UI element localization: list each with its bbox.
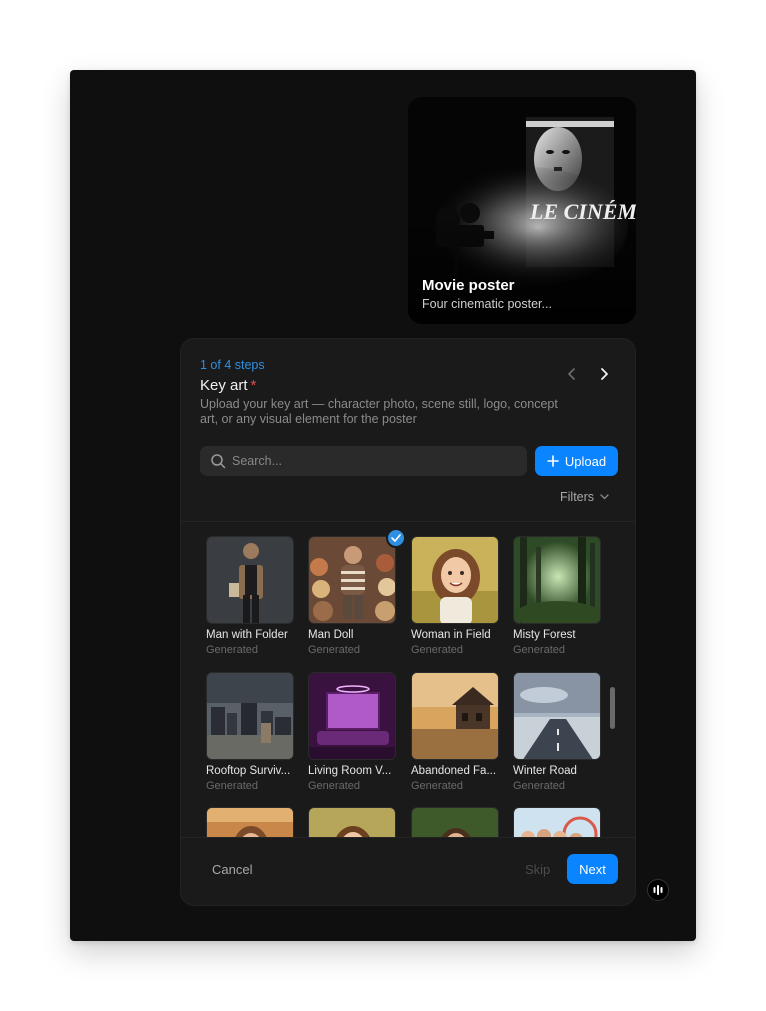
chevron-down-icon	[600, 494, 609, 500]
step-indicator: 1 of 4 steps	[200, 358, 265, 372]
thumbnail	[206, 807, 294, 837]
thumbnail	[206, 536, 294, 624]
media-tile-woman-in-field[interactable]: Woman in Field Generated	[411, 536, 501, 656]
chevron-left-icon	[568, 368, 575, 380]
filters-label: Filters	[560, 490, 595, 504]
tile-name: Living Room V...	[308, 765, 392, 777]
app-window: LE CINÉMA Movie poster Four cinematic po…	[70, 70, 696, 941]
media-tile-winter-road[interactable]: Winter Road Generated	[513, 672, 603, 792]
tile-source: Generated	[206, 780, 258, 792]
media-tile-man-doll[interactable]: Man Doll Generated	[308, 528, 406, 656]
media-grid: Man with Folder Generated Man Doll Gener…	[181, 523, 635, 837]
thumbnail	[411, 807, 499, 837]
thumbnail	[308, 672, 396, 760]
thumbnail	[513, 672, 601, 760]
plus-icon	[547, 455, 559, 467]
thumbnail	[513, 807, 601, 837]
tile-name: Abandoned Fa...	[411, 765, 497, 777]
check-icon	[391, 534, 401, 542]
upload-label: Upload	[564, 453, 607, 469]
dialog-footer: Cancel Skip Next	[181, 835, 635, 905]
required-mark: *	[250, 377, 257, 394]
grid-scrollbar[interactable]	[610, 687, 615, 729]
selected-check-badge	[386, 528, 406, 548]
search-field[interactable]	[200, 446, 527, 476]
thumbnail	[513, 536, 601, 624]
thumbnail	[411, 536, 499, 624]
dialog-title: Key art *	[200, 377, 256, 394]
tile-source: Generated	[411, 644, 463, 656]
thumbnail	[308, 536, 396, 624]
thumbnail	[411, 672, 499, 760]
tile-name: Misty Forest	[513, 629, 576, 641]
next-step-arrow-button[interactable]	[593, 363, 615, 385]
upload-button[interactable]: Upload	[535, 446, 618, 476]
skip-button[interactable]: Skip	[525, 862, 550, 877]
cancel-button[interactable]: Cancel	[212, 862, 252, 877]
assistant-icon	[653, 885, 663, 895]
media-tile-partial[interactable]	[308, 807, 398, 837]
tile-source: Generated	[411, 780, 463, 792]
tile-name: Winter Road	[513, 765, 577, 777]
previous-step-button[interactable]	[561, 363, 583, 385]
media-tile-partial[interactable]	[513, 807, 603, 837]
tile-name: Woman in Field	[411, 629, 491, 641]
search-icon	[210, 453, 226, 469]
thumbnail	[206, 672, 294, 760]
dialog-title-text: Key art	[200, 377, 248, 394]
tile-name: Rooftop Surviv...	[206, 765, 291, 777]
dialog-description: Upload your key art — character photo, s…	[200, 397, 558, 426]
tile-name: Man Doll	[308, 629, 354, 641]
tile-source: Generated	[206, 644, 258, 656]
tile-name: Man with Folder	[206, 629, 288, 641]
tile-source: Generated	[308, 780, 360, 792]
media-tile-man-with-folder[interactable]: Man with Folder Generated	[206, 536, 296, 656]
media-tile-rooftop-survivor[interactable]: Rooftop Surviv... Generated	[206, 672, 296, 792]
poster-subtitle: Four cinematic poster...	[422, 297, 552, 311]
media-tile-partial[interactable]	[206, 807, 296, 837]
search-input[interactable]	[232, 454, 512, 468]
assistant-button[interactable]	[647, 879, 669, 901]
divider	[181, 521, 635, 522]
next-button[interactable]: Next	[567, 854, 618, 884]
tile-source: Generated	[513, 780, 565, 792]
key-art-dialog: 1 of 4 steps Key art * Upload your key ar…	[180, 338, 636, 906]
tile-source: Generated	[308, 644, 360, 656]
tile-source: Generated	[513, 644, 565, 656]
media-tile-partial[interactable]	[411, 807, 501, 837]
poster-title: Movie poster	[422, 277, 515, 294]
media-tile-abandoned-farmhouse[interactable]: Abandoned Fa... Generated	[411, 672, 501, 792]
chevron-right-icon	[601, 368, 608, 380]
movie-poster-card[interactable]: LE CINÉMA Movie poster Four cinematic po…	[408, 97, 636, 324]
filters-dropdown[interactable]: Filters	[560, 490, 609, 504]
thumbnail	[308, 807, 396, 837]
media-tile-living-room[interactable]: Living Room V... Generated	[308, 672, 398, 792]
media-tile-misty-forest[interactable]: Misty Forest Generated	[513, 536, 603, 656]
